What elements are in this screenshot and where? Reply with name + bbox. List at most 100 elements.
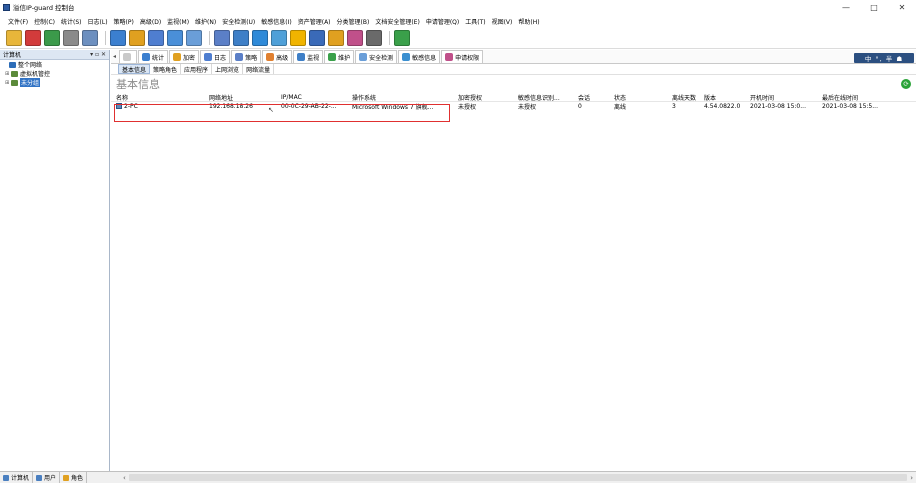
menu-item[interactable]: 视图(V) [489, 17, 516, 26]
column-header[interactable]: 版本 [699, 93, 745, 102]
column-header[interactable]: 离线天数 [667, 93, 699, 102]
menu-item[interactable]: 统计(S) [58, 17, 85, 26]
column-header[interactable]: 名称 [111, 93, 204, 102]
encrypt-icon[interactable] [129, 30, 145, 46]
column-header[interactable]: 加密授权 [453, 93, 513, 102]
menu-item[interactable]: 文档安全管理(E) [372, 17, 422, 26]
function-tab-icon [173, 53, 181, 61]
function-tab[interactable]: 安全检测 [355, 50, 397, 63]
function-tab[interactable]: 高级 [262, 50, 292, 63]
table-cell: 4.54.0822.0 [699, 103, 745, 110]
panel-tab[interactable]: 计算机 [0, 472, 33, 483]
scroll-track[interactable] [129, 474, 907, 481]
menu-item[interactable]: 安全检测(U) [219, 17, 258, 26]
maximize-button[interactable]: □ [860, 0, 888, 14]
tree-item[interactable]: ⊞虚拟机管控 [0, 69, 109, 78]
function-tab[interactable]: 申请权限 [441, 50, 483, 63]
refresh-icon[interactable] [394, 30, 410, 46]
delete-icon[interactable] [25, 30, 41, 46]
scroll-right-arrow-icon[interactable]: › [910, 474, 913, 482]
menu-item[interactable]: 日志(L) [85, 17, 111, 26]
policy-icon[interactable] [214, 30, 230, 46]
function-tab[interactable] [119, 50, 137, 63]
log-icon[interactable] [148, 30, 164, 46]
monitor-icon[interactable] [233, 30, 249, 46]
warning-icon[interactable] [290, 30, 306, 46]
computer-tree: 整个网络⊞虚拟机管控⊞未分组 [0, 60, 109, 87]
refresh-icon[interactable]: ⟳ [901, 79, 911, 89]
sub-tab[interactable]: 上网浏览 [212, 64, 243, 74]
window-icon[interactable] [186, 30, 202, 46]
menu-item[interactable]: 申请管理(Q) [423, 17, 462, 26]
toolbar-separator [105, 31, 106, 45]
sub-tab[interactable]: 应用程序 [181, 64, 212, 74]
asset-icon[interactable] [309, 30, 325, 46]
function-tab[interactable]: 日志 [200, 50, 230, 63]
tree-item[interactable]: ⊞未分组 [0, 78, 109, 87]
column-header[interactable]: 敏感信息识别... [513, 93, 573, 102]
table-cell: 2-PC [111, 103, 204, 110]
function-tab-label: 高级 [276, 53, 288, 62]
panel-tab[interactable]: 用户 [33, 472, 60, 483]
globe-icon[interactable] [252, 30, 268, 46]
import-icon[interactable] [44, 30, 60, 46]
column-header[interactable]: 开机时间 [745, 93, 817, 102]
scroll-left-icon[interactable]: ◂ [113, 53, 116, 60]
function-tab[interactable]: 维护 [324, 50, 354, 63]
screen-icon[interactable] [167, 30, 183, 46]
menu-item[interactable]: 高级(D) [137, 17, 164, 26]
function-tab[interactable]: 加密 [169, 50, 199, 63]
scroll-left-arrow-icon[interactable]: ‹ [123, 474, 126, 482]
panel-tab[interactable]: 角色 [60, 472, 87, 483]
menu-item[interactable]: 分类管理(B) [334, 17, 373, 26]
tab-icon [3, 475, 9, 481]
network-group-icon [9, 62, 16, 68]
ime-indicator[interactable]: 中 °, 半 ☗ [854, 53, 914, 63]
panel-controls[interactable]: ▾ ▫ ✕ [90, 51, 106, 58]
column-header[interactable]: 状态 [609, 93, 667, 102]
function-tab[interactable]: 统计 [138, 50, 168, 63]
edit-icon[interactable] [347, 30, 363, 46]
minimize-button[interactable]: — [832, 0, 860, 14]
function-tab[interactable]: 敏感信息 [398, 50, 440, 63]
lock-icon[interactable] [328, 30, 344, 46]
grid-header: 名称网络地址IP/MAC操作系统加密授权敏感信息识别...会话状态离线天数版本开… [111, 93, 916, 102]
function-tab[interactable]: 策略 [231, 50, 261, 63]
network-icon[interactable] [271, 30, 287, 46]
menu-item[interactable]: 策略(P) [111, 17, 137, 26]
table-row[interactable]: 2-PC192.168.18.2600-0C-29-AB-22-...Micro… [111, 102, 916, 111]
cell-value: 0 [578, 103, 582, 110]
panel-bottom-tabs: 计算机用户角色 [0, 471, 120, 483]
menu-item[interactable]: 文件(F) [5, 17, 31, 26]
menu-item[interactable]: 维护(N) [192, 17, 219, 26]
column-header[interactable]: 网络地址 [204, 93, 276, 102]
tree-item-label: 未分组 [20, 78, 40, 87]
sub-tab[interactable]: 策略角色 [150, 64, 181, 74]
cell-value: 2021-03-08 15:0... [750, 103, 806, 110]
table-cell: 2021-03-08 15:5... [817, 103, 881, 110]
print-icon[interactable] [63, 30, 79, 46]
main-area: ◂ 统计加密日志策略 高级监视维护安全检测敏感信息申请权限 中 °, 半 ☗ 基本… [111, 50, 916, 471]
menu-item[interactable]: 控制(C) [31, 17, 58, 26]
menu-item[interactable]: 资产管理(A) [295, 17, 334, 26]
toolbar [0, 28, 916, 49]
menu-item[interactable]: 工具(T) [462, 17, 488, 26]
column-header[interactable]: 会话 [573, 93, 609, 102]
function-tab-icon [445, 53, 453, 61]
column-header[interactable]: 最后在线时间 [817, 93, 881, 102]
sub-tab[interactable]: 网络流量 [243, 64, 274, 74]
column-header[interactable]: 操作系统 [347, 93, 453, 102]
menu-item[interactable]: 帮助(H) [515, 17, 542, 26]
sub-tab[interactable]: 基本信息 [118, 64, 150, 74]
close-button[interactable]: ✕ [888, 0, 916, 14]
new-policy-icon[interactable] [6, 30, 22, 46]
function-tab[interactable]: 监视 [293, 50, 323, 63]
tree-item[interactable]: 整个网络 [0, 60, 109, 69]
document-icon[interactable] [366, 30, 382, 46]
horizontal-scrollbar[interactable]: ‹ › [120, 471, 916, 483]
preview-icon[interactable] [82, 30, 98, 46]
menu-item[interactable]: 敏感信息(I) [258, 17, 294, 26]
statistics-icon[interactable] [110, 30, 126, 46]
menu-item[interactable]: 监视(M) [164, 17, 192, 26]
column-header[interactable]: IP/MAC [276, 94, 347, 101]
